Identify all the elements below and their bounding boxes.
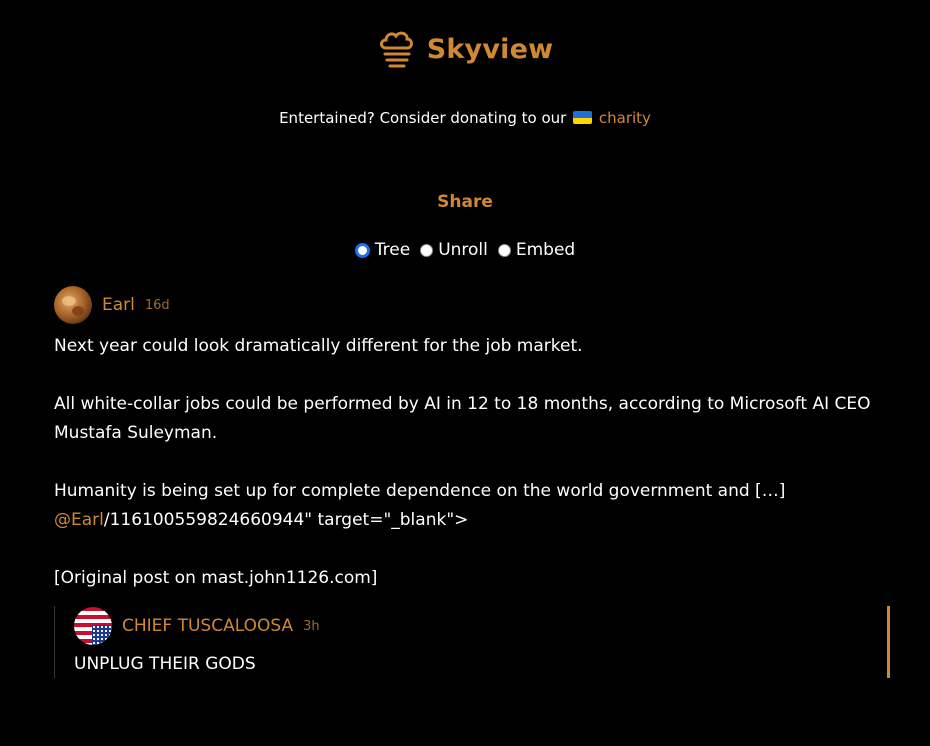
reply-time[interactable]: 3h <box>303 619 320 634</box>
donate-banner: Entertained? Consider donating to our ch… <box>0 109 930 127</box>
reply: CHIEF TUSCALOOSA 3h UNPLUG THEIR GODS <box>54 606 890 678</box>
view-mode-options: Tree Unroll Embed <box>0 240 930 260</box>
mention-link[interactable]: @Earl <box>54 510 104 530</box>
tree-label: Tree <box>374 240 411 260</box>
unroll-radio[interactable] <box>420 243 434 257</box>
view-option-embed[interactable]: Embed <box>497 240 576 260</box>
post-header: Earl 16d <box>54 286 894 324</box>
share-title[interactable]: Share <box>0 192 930 212</box>
reply-author[interactable]: CHIEF TUSCALOOSA <box>122 616 293 636</box>
post-body: Next year could look dramatically differ… <box>54 332 894 593</box>
unroll-label: Unroll <box>438 240 488 260</box>
post-paragraph: All white-collar jobs could be performed… <box>54 394 871 443</box>
site-brand[interactable]: Skyview <box>427 34 554 65</box>
original-post-source[interactable]: [Original post on mast.john1126.com] <box>54 564 894 593</box>
post-time[interactable]: 16d <box>145 298 170 313</box>
avatar[interactable] <box>74 607 112 645</box>
embed-radio[interactable] <box>497 243 511 257</box>
cloud-stack-icon[interactable] <box>377 28 417 70</box>
site-header: Skyview <box>0 28 930 70</box>
reply-header: CHIEF TUSCALOOSA 3h <box>74 606 887 646</box>
donate-text: Entertained? Consider donating to our <box>279 109 567 127</box>
reply-text: UNPLUG THEIR GODS <box>74 654 256 674</box>
post-paragraph: Next year could look dramatically differ… <box>54 336 583 356</box>
ukraine-flag-icon <box>573 111 593 124</box>
post: Earl 16d Next year could look dramatical… <box>54 286 894 593</box>
post-author[interactable]: Earl <box>102 295 135 315</box>
view-option-unroll[interactable]: Unroll <box>420 240 488 260</box>
post-trailing-text: /116100559824660944" target="_blank"> <box>103 510 469 530</box>
embed-label: Embed <box>515 240 576 260</box>
tree-radio[interactable] <box>354 242 370 258</box>
charity-link[interactable]: charity <box>599 109 651 127</box>
post-paragraph: Humanity is being set up for complete de… <box>54 481 786 501</box>
view-option-tree[interactable]: Tree <box>354 240 411 260</box>
post-link-line: @Earl/116100559824660944" target="_blank… <box>54 506 894 535</box>
avatar[interactable] <box>54 286 92 324</box>
